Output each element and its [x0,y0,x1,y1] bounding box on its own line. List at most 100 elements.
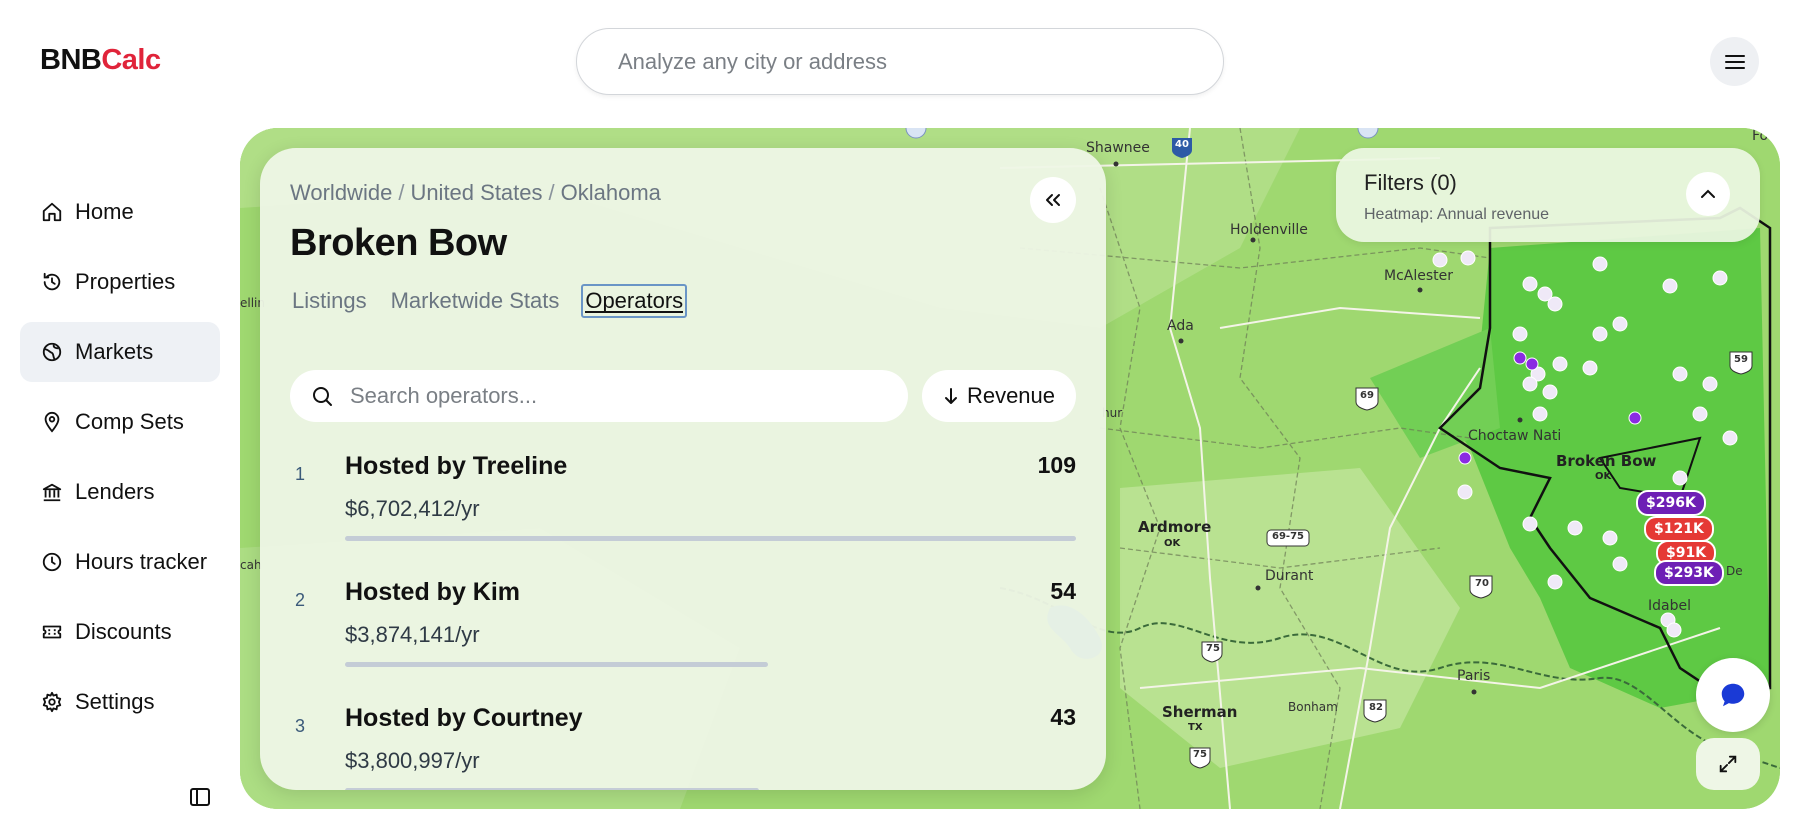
map-label-mcalester: McAlester [1384,268,1454,284]
expand-icon [1719,755,1737,773]
sidebar-item-label: Markets [75,339,154,364]
map-label-ardmore: Ardmore [1138,518,1212,536]
map-label-choctaw: Choctaw Nati [1468,428,1562,444]
operator-listing-count: 54 [1050,578,1076,604]
operator-row[interactable]: 1 Hosted by Treeline $6,702,412/yr 109 [290,440,1076,560]
sidebar-item-label: Properties [75,269,176,294]
chat-button[interactable] [1696,658,1770,732]
price-pin[interactable]: $296K [1636,490,1706,516]
map-label-fort: Fo [1752,128,1769,144]
sidebar-item-discounts[interactable]: Discounts [20,602,220,662]
operator-name: Hosted by Kim [345,578,521,606]
address-search-input[interactable]: Analyze any city or address [576,28,1224,95]
breadcrumb: Worldwide / United States / Oklahoma [290,180,661,206]
operator-row[interactable]: 3 Hosted by Courtney $3,800,997/yr 43 [290,692,1076,790]
operator-revenue: $6,702,412/yr [345,496,480,521]
filters-card[interactable]: Filters (0) Heatmap: Annual revenue [1336,148,1760,242]
page-title: Broken Bow [290,222,507,264]
map-label-ada: Ada [1167,318,1194,334]
menu-button[interactable] [1710,37,1759,86]
history-icon [40,270,64,294]
shield-i40: 40 [1175,139,1189,150]
collapse-sidebar-button[interactable] [188,785,212,809]
breadcrumb-worldwide[interactable]: Worldwide [290,180,392,205]
sidebar-item-settings[interactable]: Settings [20,672,220,732]
filters-toggle-button[interactable] [1686,172,1730,216]
sidebar-item-lenders[interactable]: Lenders [20,462,220,522]
shield-69-75: 69-75 [1272,531,1304,542]
arrow-down-icon [943,387,959,405]
map-label-cah: cah [240,558,262,572]
operator-search-input[interactable]: Search operators... [290,370,908,422]
fullscreen-button[interactable] [1696,738,1760,790]
operator-revenue-bar [345,536,1076,541]
operator-listing-count: 43 [1050,704,1076,730]
map-label-ardmore-state: OK [1164,538,1181,549]
operator-rank: 1 [295,464,306,484]
hamburger-icon [1724,54,1745,69]
panel-tabs: Listings Marketwide Stats Operators [290,284,707,318]
sidebar-item-label: Comp Sets [75,409,184,434]
bank-icon [40,480,64,504]
operator-search-placeholder: Search operators... [350,383,538,408]
tab-operators[interactable]: Operators [581,284,688,318]
shield-59: 59 [1734,354,1748,365]
operator-row[interactable]: 2 Hosted by Kim $3,874,141/yr 54 [290,566,1076,686]
operator-revenue-bar [345,662,768,667]
breadcrumb-united-states[interactable]: United States [410,180,542,205]
shield-69-north: 69 [1360,390,1374,401]
map-label-sherman-state: TX [1188,722,1203,733]
logo-text-bnb: BNB [40,44,102,76]
tab-listings[interactable]: Listings [290,284,369,318]
chevrons-left-icon [1046,194,1060,206]
clock-icon [40,550,64,574]
shield-70: 70 [1475,578,1489,589]
sidebar-item-home[interactable]: Home [20,182,220,242]
address-search-placeholder: Analyze any city or address [618,48,888,74]
map-pin-icon [40,410,64,434]
map-label-sherman: Sherman [1162,703,1238,721]
market-panel: Worldwide / United States / Oklahoma Broken … [260,148,1106,790]
chat-icon [1721,683,1745,707]
filters-title: Filters (0) [1364,170,1457,195]
operator-rank: 2 [295,590,306,610]
map-label-paris: Paris [1457,668,1491,684]
sidebar-item-label: Discounts [75,619,172,644]
globe-icon [40,340,64,364]
map-label-broken-bow: Broken Bow [1556,452,1657,470]
operator-revenue: $3,874,141/yr [345,622,480,647]
breadcrumb-separator: / [548,180,555,205]
home-icon [40,200,64,224]
shield-82: 82 [1369,702,1383,713]
operator-name: Hosted by Courtney [345,704,583,732]
sidebar-item-comp-sets[interactable]: Comp Sets [20,392,220,452]
map-label-holdenville: Holdenville [1230,222,1308,238]
map-label-idabel: Idabel [1648,598,1691,614]
map-label-durant: Durant [1265,568,1314,584]
sort-revenue-button[interactable]: Revenue [922,370,1076,422]
breadcrumb-oklahoma[interactable]: Oklahoma [561,180,661,205]
sort-label: Revenue [966,383,1056,408]
operator-listing-count: 109 [1037,452,1076,478]
sidebar-item-markets[interactable]: Markets [20,322,220,382]
sidebar-item-properties[interactable]: Properties [20,252,220,312]
price-pin[interactable]: $121K [1644,516,1714,542]
gear-icon [40,690,64,714]
search-icon [310,384,334,408]
tab-marketwide-stats[interactable]: Marketwide Stats [389,284,562,318]
map-label-broken-bow-state: OK [1595,471,1612,482]
ticket-icon [40,620,64,644]
map-label-de: De [1726,564,1743,578]
operator-revenue-bar [345,788,759,790]
shield-75-north: 75 [1206,643,1220,654]
sidebar-item-hours-tracker[interactable]: Hours tracker [20,532,220,592]
chevron-up-icon [1701,189,1715,198]
app-logo[interactable]: BNBCalc [40,44,161,77]
collapse-panel-button[interactable] [1030,177,1076,223]
operator-revenue: $3,800,997/yr [345,748,480,773]
logo-text-calc: Calc [101,44,161,76]
heatmap-label: Heatmap: Annual revenue [1364,206,1550,223]
operator-rank: 3 [295,716,306,736]
price-pin[interactable]: $293K [1654,560,1724,586]
sidebar-item-label: Settings [75,689,155,714]
